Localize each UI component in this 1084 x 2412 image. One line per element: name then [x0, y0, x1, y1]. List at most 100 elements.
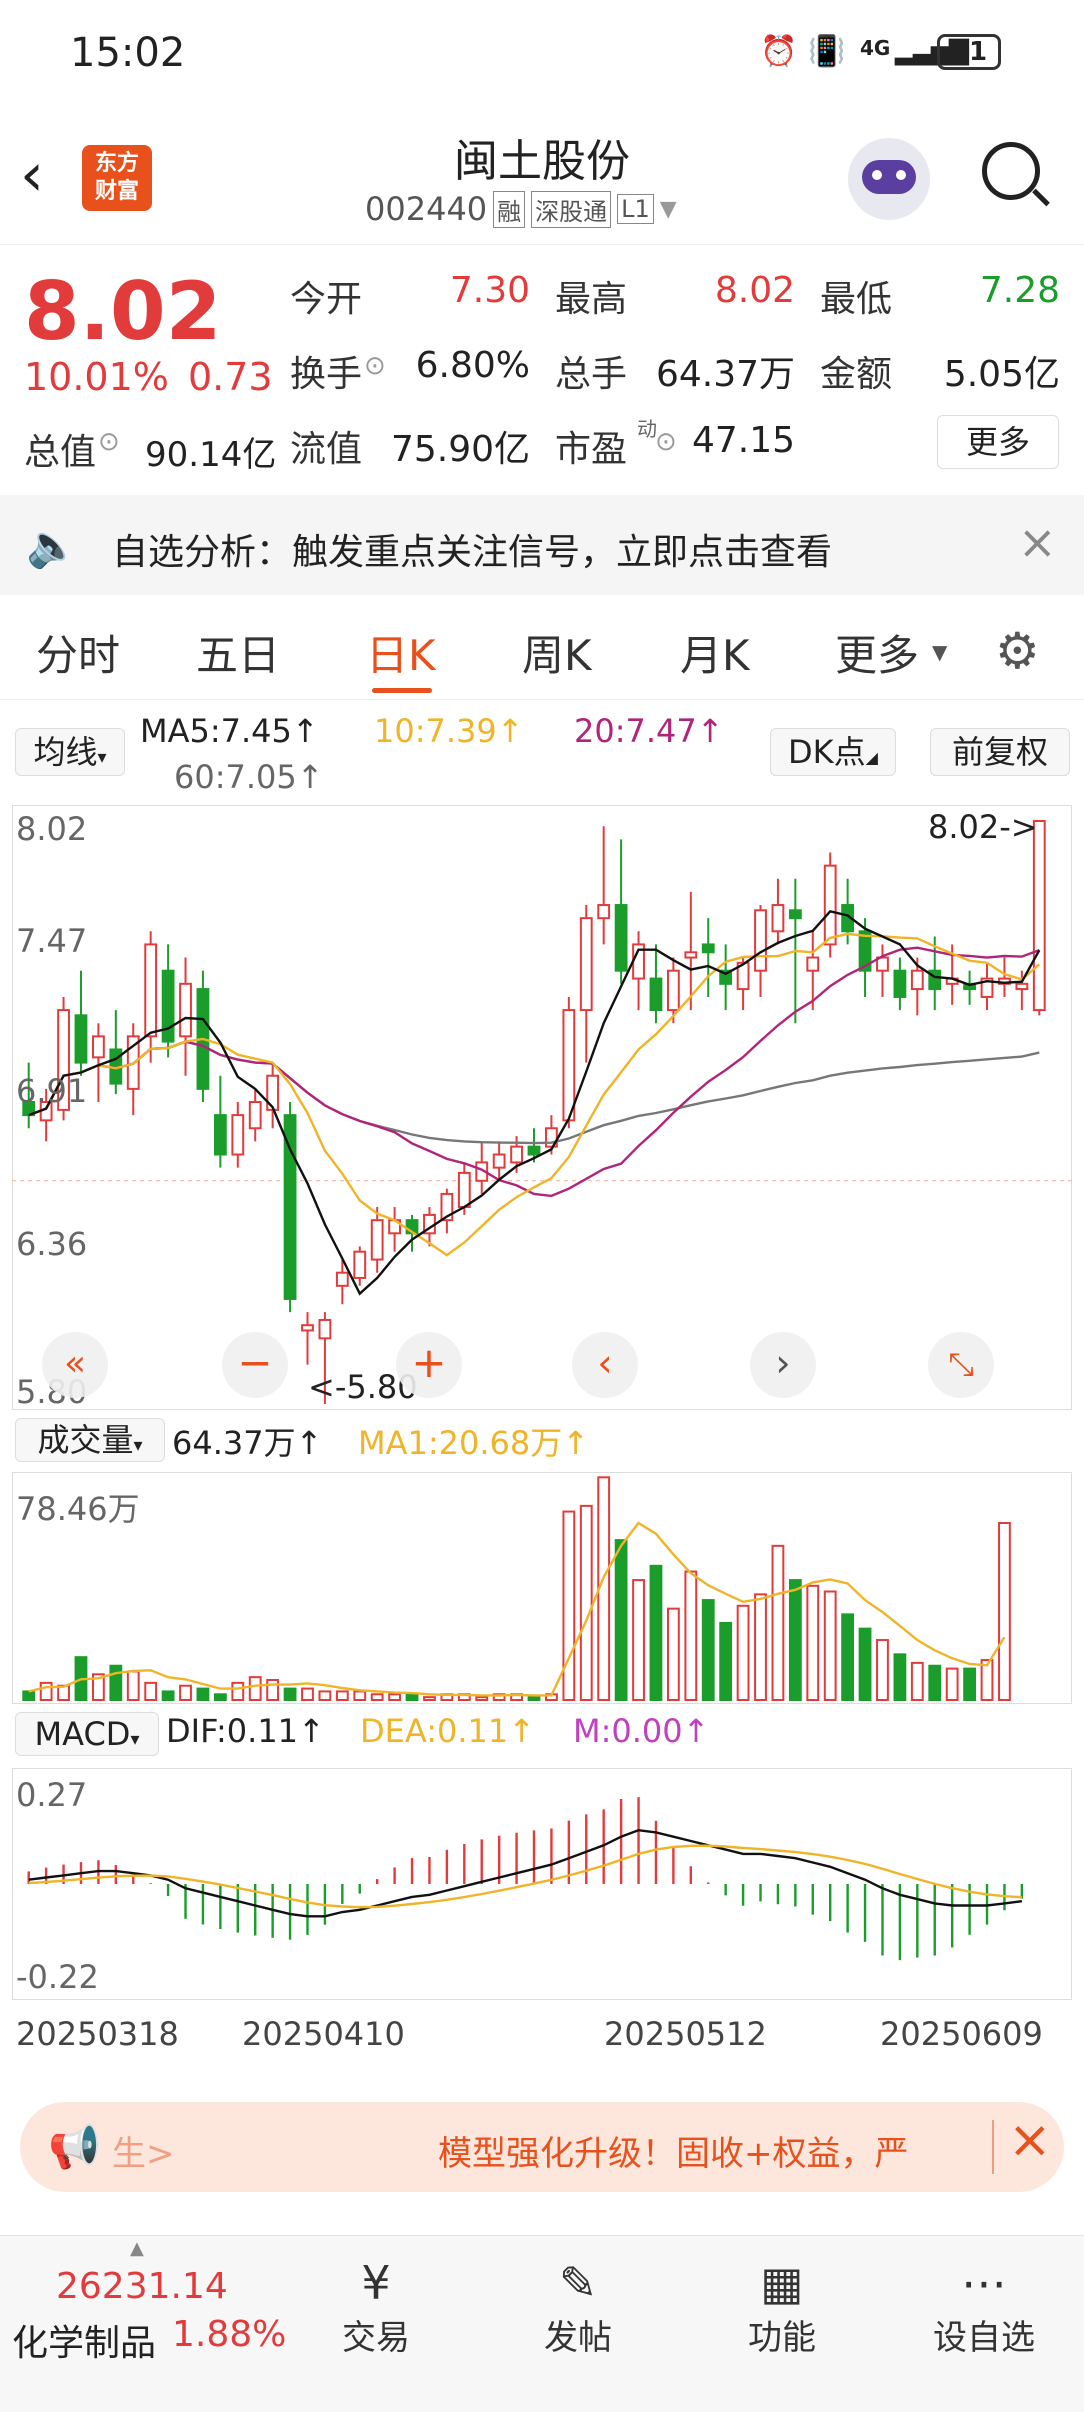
close-icon[interactable]: × — [1008, 2110, 1052, 2170]
dk-point-button[interactable]: DK点◢ — [770, 728, 896, 776]
dif-line — [28, 1828, 1023, 1918]
ma60-line — [28, 1040, 1040, 1145]
volume-bar — [562, 1510, 576, 1702]
index-pct: 1.88% — [172, 2314, 287, 2355]
open-value: 7.30 — [449, 270, 530, 311]
double-left-icon[interactable]: « — [42, 1332, 108, 1398]
next-icon[interactable]: › — [750, 1332, 816, 1398]
zoom-out-icon[interactable]: − — [222, 1332, 288, 1398]
candle — [301, 1324, 314, 1332]
candle — [910, 969, 924, 991]
candle — [510, 1145, 523, 1164]
chevron-down-icon[interactable]: ▼ — [932, 640, 947, 664]
candle — [754, 909, 767, 972]
macd-chart[interactable] — [12, 1768, 1072, 2000]
yen-refresh-icon: ¥ — [361, 2256, 391, 2310]
volume-bar — [858, 1627, 872, 1701]
current-price: 8.02 — [24, 265, 222, 358]
tab-weekly-k[interactable]: 周K — [522, 622, 592, 683]
macd-selector[interactable]: MACD▾ — [15, 1712, 159, 1756]
volume-bar — [423, 1696, 436, 1701]
more-button[interactable]: 更多 — [937, 415, 1059, 469]
pe-dynamic-mark: 动 — [637, 417, 657, 441]
amount-label: 金额 — [820, 354, 893, 395]
volume-bar — [388, 1693, 402, 1702]
chevron-down-icon[interactable]: ▼ — [660, 197, 677, 222]
search-icon[interactable] — [982, 142, 1050, 207]
macd-m: M:0.00↑ — [573, 1712, 710, 1750]
function-button[interactable]: ▦ 功能 — [712, 2256, 852, 2359]
volume-bar — [126, 1670, 140, 1702]
low-label: 最低 — [820, 279, 893, 320]
promo-banner[interactable]: 📢 生> 模型强化升级！固收+权益，严 × — [20, 2102, 1064, 2192]
ma10-line — [28, 932, 1041, 1257]
tab-intraday[interactable]: 分时 — [36, 622, 120, 683]
tab-underline — [372, 688, 432, 693]
tab-five-day[interactable]: 五日 — [196, 622, 280, 683]
quote-panel: 8.02 10.01% 0.73 总值 ⊙ 90.14亿 今开 7.30 最高 … — [0, 245, 1084, 490]
add-watchlist-button[interactable]: ⋯ 设自选 — [914, 2256, 1054, 2359]
adjust-button[interactable]: 前复权 — [930, 728, 1070, 776]
volume-selector[interactable]: 成交量▾ — [15, 1418, 165, 1462]
gear-icon[interactable]: ⚙ — [995, 622, 1040, 680]
info-icon[interactable]: ⊙ — [655, 427, 677, 457]
volume-bar — [109, 1664, 123, 1702]
volume-bar — [39, 1681, 53, 1702]
y-tick-3: 6.91 — [16, 1072, 88, 1110]
trade-button[interactable]: ¥ 交易 — [306, 2256, 446, 2359]
alarm-icon: ⏰ — [760, 34, 798, 69]
tab-monthly-k[interactable]: 月K — [680, 622, 750, 683]
ma-selector[interactable]: 均线▾ — [15, 728, 125, 776]
volume-bar — [475, 1696, 489, 1701]
volume-bar — [353, 1690, 367, 1701]
volume-bar — [928, 1664, 942, 1702]
chevron-up-icon[interactable]: ▲ — [130, 2238, 144, 2259]
info-icon[interactable]: ⊙ — [364, 351, 386, 381]
mcap-label: 总值 — [24, 432, 97, 473]
close-icon[interactable]: × — [1018, 515, 1057, 569]
stock-code-row: 002440 融 深股通 L1 ▼ — [365, 190, 677, 228]
tab-daily-k[interactable]: 日K — [366, 622, 436, 683]
info-icon[interactable]: ⊙ — [98, 427, 120, 457]
candle — [144, 943, 158, 1038]
candle — [823, 864, 837, 946]
robot-avatar-icon[interactable] — [848, 138, 930, 220]
candle — [562, 1009, 576, 1122]
period-tabs: 分时 五日 日K 周K 月K 更多 ▼ ⚙ — [0, 600, 1084, 700]
kline-chart[interactable] — [12, 805, 1072, 1410]
float-label: 流值 — [290, 429, 363, 470]
volume-bar — [806, 1584, 820, 1701]
volume-bar — [283, 1687, 297, 1702]
fullscreen-icon[interactable]: ⤡ — [928, 1332, 994, 1398]
volume-bar — [945, 1667, 959, 1701]
notice-bar[interactable]: 🔈 自选分析：触发重点关注信号，立即点击查看 × — [0, 495, 1084, 595]
macd-dif: DIF:0.11↑ — [166, 1712, 325, 1750]
candle — [92, 1035, 105, 1059]
notice-text: 自选分析：触发重点关注信号，立即点击查看 — [112, 532, 833, 573]
y-tick-2: 7.47 — [16, 922, 88, 960]
turnover-value: 6.80% — [415, 345, 530, 386]
volume-bar — [231, 1681, 245, 1702]
volume-chart[interactable] — [12, 1472, 1072, 1704]
network-label: 4G — [860, 36, 891, 60]
tab-more[interactable]: 更多 — [835, 622, 919, 683]
macd-y-top: 0.27 — [16, 1776, 88, 1814]
y-tick-top: 8.02 — [16, 810, 88, 848]
volume-bar — [213, 1693, 227, 1702]
volume-bar — [370, 1693, 384, 1702]
volume-bar — [266, 1679, 280, 1701]
macd-y-bottom: -0.22 — [16, 1958, 99, 1996]
prev-icon[interactable]: ‹ — [572, 1332, 638, 1398]
candle — [701, 943, 715, 954]
zoom-in-icon[interactable]: + — [396, 1332, 462, 1398]
post-button[interactable]: ✎ 发帖 — [508, 2256, 648, 2359]
chart-frame — [12, 1768, 1072, 2000]
volume-bar — [405, 1693, 419, 1702]
volume-bar — [998, 1521, 1011, 1701]
amount-value: 5.05亿 — [943, 354, 1060, 395]
volume-bar — [823, 1590, 837, 1701]
volume-bar — [22, 1690, 36, 1701]
volume-bar — [196, 1687, 210, 1702]
volume-bar — [248, 1676, 262, 1702]
volume-bar — [301, 1687, 314, 1702]
